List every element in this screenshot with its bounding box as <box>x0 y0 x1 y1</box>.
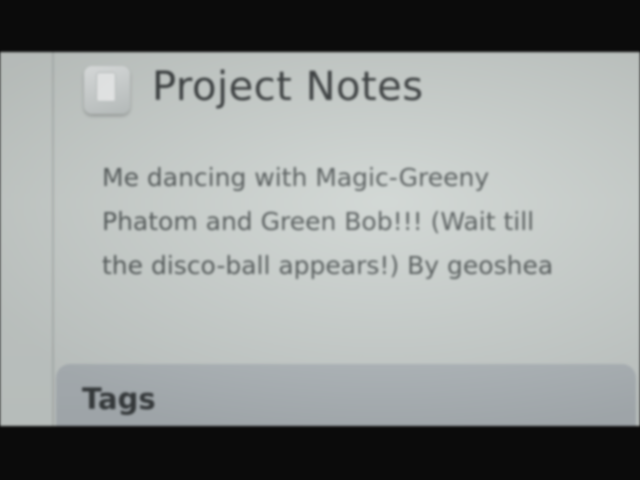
project-notes-text: Me dancing with Magic-Greeny Phatom and … <box>102 163 554 280</box>
notes-icon <box>84 66 130 114</box>
tags-heading: Tags <box>82 382 156 416</box>
video-frame: Project Notes Me dancing with Magic-Gree… <box>0 0 640 480</box>
project-notes-title: Project Notes <box>152 64 424 110</box>
screen-capture: Project Notes Me dancing with Magic-Gree… <box>0 52 640 426</box>
tags-panel: Tags <box>56 364 636 426</box>
sidebar-divider <box>52 52 54 426</box>
